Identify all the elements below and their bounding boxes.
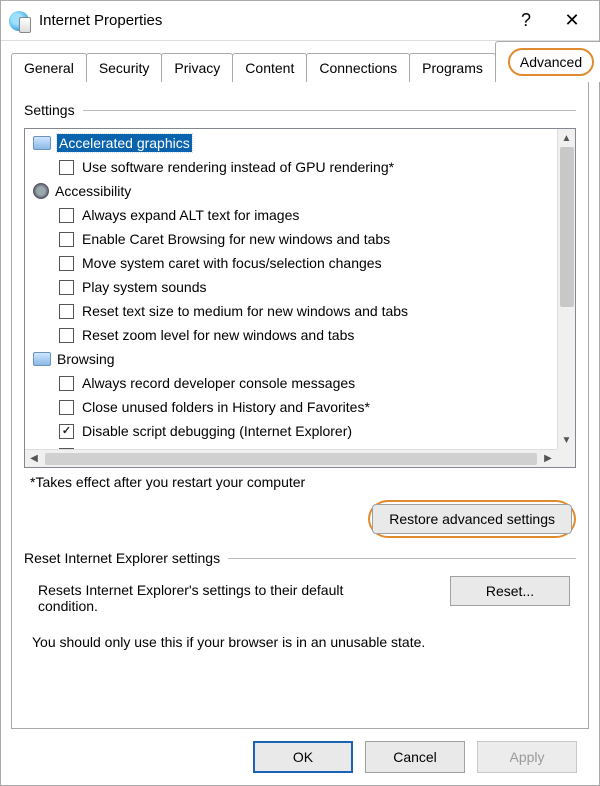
vertical-scrollbar[interactable]: ▲ ▼ (557, 129, 575, 449)
horizontal-scrollbar[interactable]: ◀ ▶ (25, 449, 557, 467)
tab-privacy[interactable]: Privacy (161, 53, 233, 82)
category-row[interactable]: Accessibility (31, 179, 569, 203)
option-row[interactable]: Move system caret with focus/selection c… (31, 251, 569, 275)
tab-label: Content (245, 60, 294, 76)
internet-options-icon (9, 11, 29, 31)
option-row[interactable]: Enable Caret Browsing for new windows an… (31, 227, 569, 251)
category-label: Browsing (57, 351, 115, 367)
tab-content[interactable]: Content (232, 53, 307, 82)
close-button[interactable]: ✕ (549, 3, 595, 39)
option-row[interactable]: Close unused folders in History and Favo… (31, 395, 569, 419)
reset-button[interactable]: Reset... (450, 576, 570, 606)
scroll-thumb-vertical[interactable] (560, 147, 574, 307)
display-icon (33, 136, 51, 150)
reset-warning: You should only use this if your browser… (32, 634, 568, 650)
tab-strip: General Security Privacy Content Connections… (11, 49, 589, 81)
checkbox[interactable] (59, 376, 74, 391)
category-row[interactable]: Accelerated graphics (31, 131, 569, 155)
reset-label: Reset Internet Explorer settings (24, 550, 220, 566)
tab-label: Privacy (174, 60, 220, 76)
restore-row: Restore advanced settings (24, 500, 576, 538)
checkbox[interactable] (59, 328, 74, 343)
option-label: Enable Caret Browsing for new windows an… (82, 231, 390, 247)
checkbox[interactable] (59, 400, 74, 415)
option-label: Close unused folders in History and Favo… (82, 399, 370, 415)
tab-label: Connections (319, 60, 397, 76)
restore-advanced-settings-button[interactable]: Restore advanced settings (372, 504, 572, 534)
option-label: Always record developer console messages (82, 375, 355, 391)
divider (228, 558, 576, 559)
tab-general[interactable]: General (11, 53, 87, 82)
tab-highlight: Advanced (508, 48, 594, 76)
category-label: Accelerated graphics (57, 134, 192, 152)
checkbox[interactable] (59, 256, 74, 271)
tab-connections[interactable]: Connections (306, 53, 410, 82)
reset-group-header: Reset Internet Explorer settings (24, 550, 576, 566)
option-row[interactable]: Play system sounds (31, 275, 569, 299)
reset-description: Resets Internet Explorer's settings to t… (38, 582, 378, 614)
title-controls: ? ✕ (503, 3, 595, 39)
option-row[interactable]: Reset text size to medium for new window… (31, 299, 569, 323)
settings-tree[interactable]: Accelerated graphics Use software renderi… (24, 128, 576, 468)
restore-highlight: Restore advanced settings (368, 500, 576, 538)
apply-button: Apply (477, 741, 577, 773)
restart-note: *Takes effect after you restart your com… (30, 474, 576, 490)
checkbox[interactable] (59, 160, 74, 175)
checkbox[interactable] (59, 304, 74, 319)
settings-group-header: Settings (24, 102, 576, 118)
title-bar: Internet Properties ? ✕ (1, 1, 599, 41)
tab-advanced[interactable]: Advanced (495, 41, 600, 82)
scroll-corner (557, 449, 575, 467)
option-row[interactable]: Use software rendering instead of GPU re… (31, 155, 569, 179)
category-row[interactable]: Browsing (31, 347, 569, 371)
display-icon (33, 352, 51, 366)
settings-tree-view: Accelerated graphics Use software renderi… (25, 129, 575, 449)
gear-icon (33, 183, 49, 199)
help-button[interactable]: ? (503, 3, 549, 39)
tab-label: Programs (422, 60, 483, 76)
option-label: Reset text size to medium for new window… (82, 303, 408, 319)
cancel-button[interactable]: Cancel (365, 741, 465, 773)
reset-row: Resets Internet Explorer's settings to t… (24, 576, 576, 620)
tab-security[interactable]: Security (86, 53, 163, 82)
option-label: Always expand ALT text for images (82, 207, 299, 223)
option-row[interactable]: Reset zoom level for new windows and tab… (31, 323, 569, 347)
option-row[interactable]: Always record developer console messages (31, 371, 569, 395)
category-label: Accessibility (55, 183, 131, 199)
tab-programs[interactable]: Programs (409, 53, 496, 82)
tab-label: General (24, 60, 74, 76)
checkbox[interactable] (59, 208, 74, 223)
tab-label: Advanced (520, 54, 582, 70)
internet-properties-dialog: Internet Properties ? ✕ General Security P… (0, 0, 600, 786)
scroll-right-icon[interactable]: ▶ (539, 450, 557, 467)
tab-label: Security (99, 60, 150, 76)
option-label: Use software rendering instead of GPU re… (82, 159, 394, 175)
divider (83, 110, 576, 111)
option-row[interactable]: Always expand ALT text for images (31, 203, 569, 227)
scroll-up-icon[interactable]: ▲ (558, 129, 575, 147)
option-label: Move system caret with focus/selection c… (82, 255, 382, 271)
checkbox[interactable] (59, 280, 74, 295)
scroll-left-icon[interactable]: ◀ (25, 450, 43, 467)
window-title: Internet Properties (39, 12, 503, 29)
ok-button[interactable]: OK (253, 741, 353, 773)
settings-label: Settings (24, 102, 75, 118)
option-label: Play system sounds (82, 279, 207, 295)
checkbox[interactable] (59, 232, 74, 247)
checkbox[interactable] (59, 424, 74, 439)
option-label: Reset zoom level for new windows and tab… (82, 327, 354, 343)
option-label: Disable script debugging (Internet Explo… (82, 423, 352, 439)
dialog-body: General Security Privacy Content Connections… (1, 41, 599, 785)
dialog-button-row: OK Cancel Apply (11, 729, 589, 773)
option-row[interactable]: Disable script debugging (Internet Explo… (31, 419, 569, 443)
advanced-tab-panel: Settings Accelerated graphics Use softwar… (11, 81, 589, 729)
scroll-down-icon[interactable]: ▼ (558, 431, 575, 449)
scroll-thumb-horizontal[interactable] (45, 453, 537, 465)
